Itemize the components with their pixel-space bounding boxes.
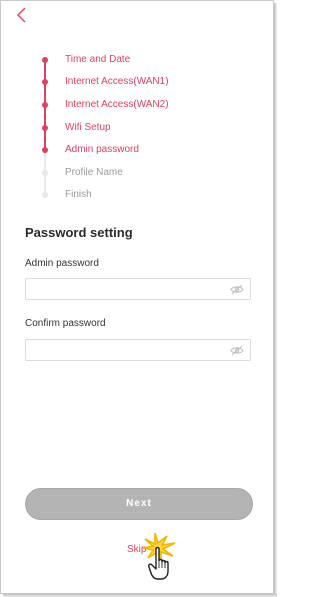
app-frame: Time and Date Internet Access(WAN1) Inte… xyxy=(0,0,274,594)
step-label: Wifi Setup xyxy=(65,122,111,133)
confirm-password-label: Confirm password xyxy=(25,318,106,329)
step-dot xyxy=(42,102,48,108)
admin-password-input[interactable] xyxy=(30,281,229,299)
step-label: Internet Access(WAN2) xyxy=(65,99,169,110)
step-label: Finish xyxy=(65,189,92,200)
step-internet-access-wan1: Internet Access(WAN1) xyxy=(35,71,235,93)
confirm-password-input[interactable] xyxy=(30,342,229,360)
step-dot xyxy=(42,147,48,153)
step-dot xyxy=(42,57,48,63)
step-dot xyxy=(42,192,48,198)
step-profile-name: Profile Name xyxy=(35,162,235,184)
admin-password-label: Admin password xyxy=(25,258,99,269)
confirm-password-field[interactable] xyxy=(25,339,251,361)
admin-password-field[interactable] xyxy=(25,278,251,300)
step-dot xyxy=(42,170,48,176)
back-chevron-icon[interactable] xyxy=(15,6,29,24)
step-finish: Finish xyxy=(35,184,235,206)
hand-pointer-click-icon xyxy=(142,532,176,580)
eye-hidden-icon[interactable] xyxy=(230,345,244,356)
section-title: Password setting xyxy=(25,225,133,240)
step-wifi-setup: Wifi Setup xyxy=(35,117,235,139)
step-label: Time and Date xyxy=(65,54,131,65)
step-internet-access-wan2: Internet Access(WAN2) xyxy=(35,94,235,116)
next-button[interactable]: Next xyxy=(25,488,253,520)
step-dot xyxy=(42,125,48,131)
step-label: Internet Access(WAN1) xyxy=(65,76,169,87)
step-label: Profile Name xyxy=(65,167,123,178)
eye-hidden-icon[interactable] xyxy=(230,284,244,295)
step-label: Admin password xyxy=(65,144,139,155)
setup-steps: Time and Date Internet Access(WAN1) Inte… xyxy=(35,49,235,209)
step-time-and-date: Time and Date xyxy=(35,49,235,71)
step-admin-password: Admin password xyxy=(35,139,235,161)
step-dot xyxy=(42,79,48,85)
frame-shadow-right xyxy=(274,3,277,597)
